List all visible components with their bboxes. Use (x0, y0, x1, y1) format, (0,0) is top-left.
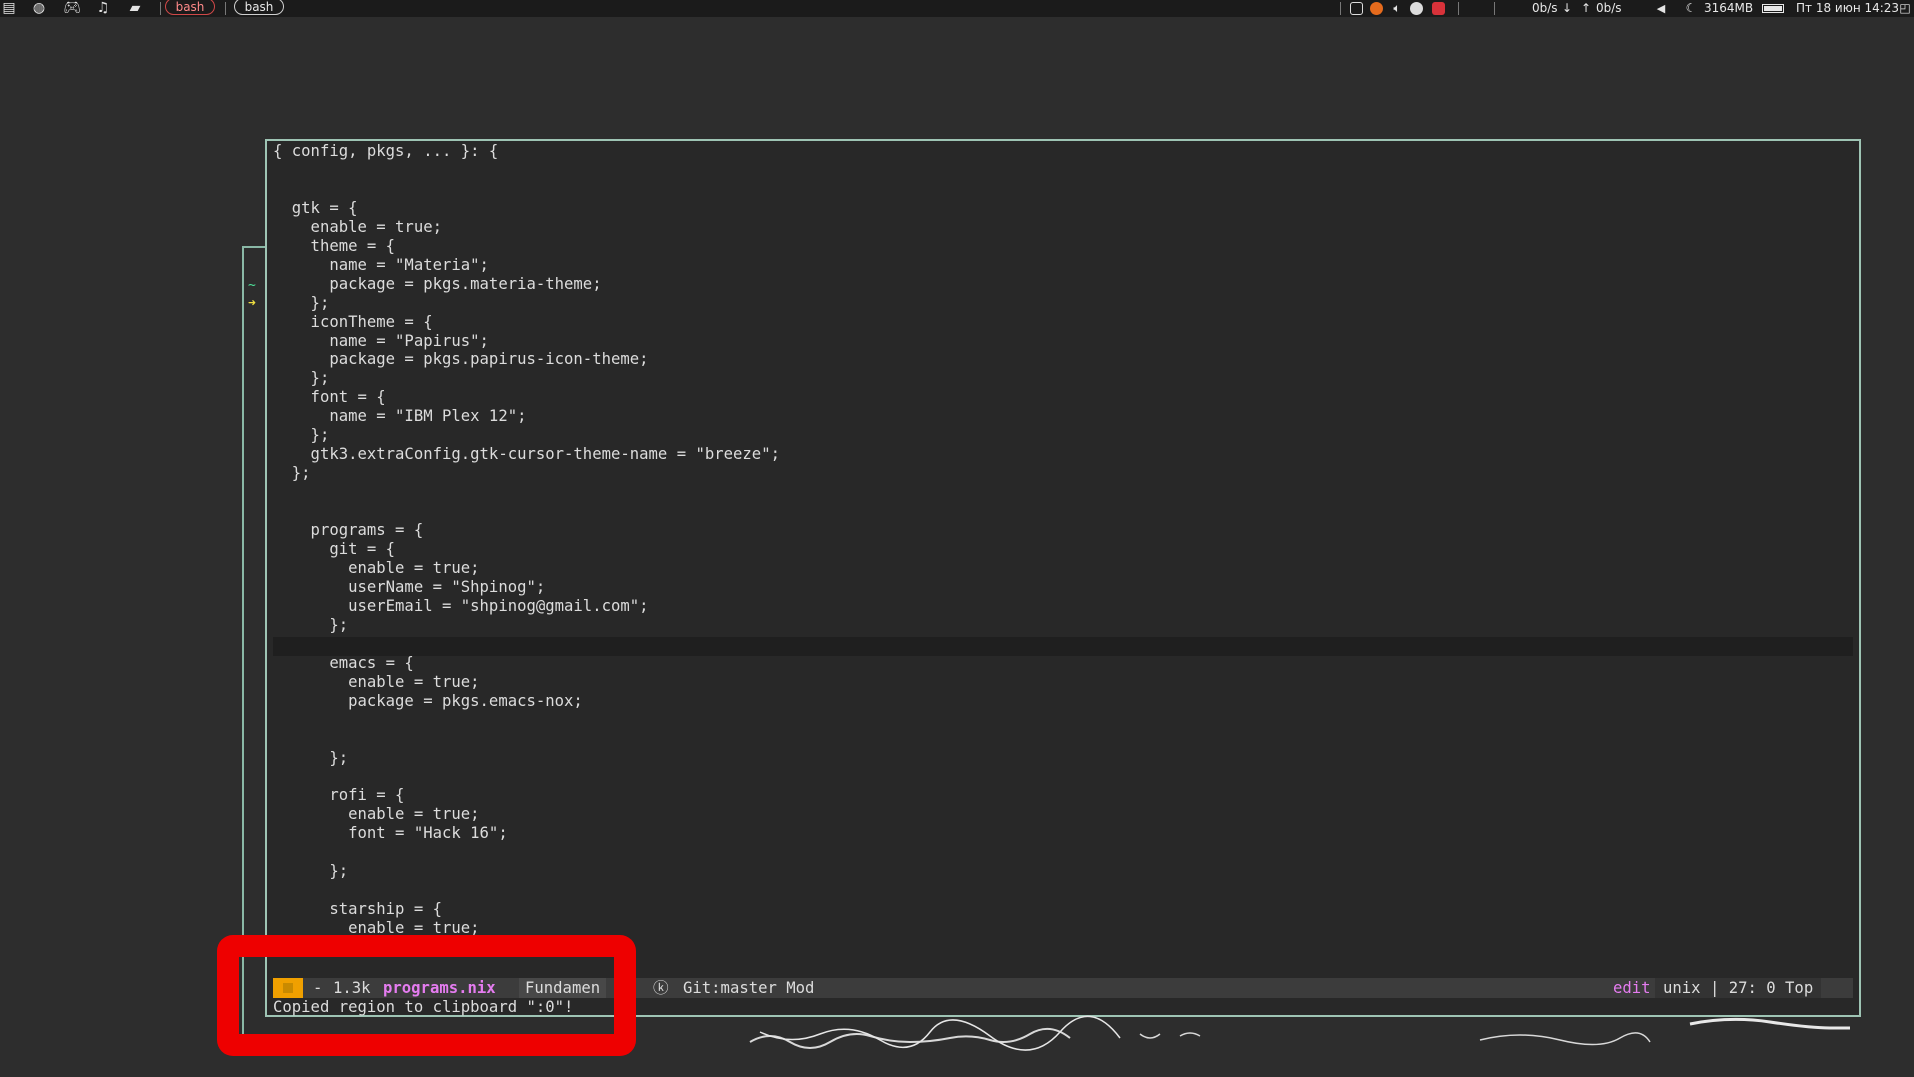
files-icon[interactable]: ▤ (0, 0, 18, 17)
arrow-down-icon: ↓ (1562, 1, 1573, 15)
wallpaper-scribble (749, 1015, 1850, 1051)
emacs-window[interactable]: { config, pkgs, ... }: { gtk = { enable … (265, 139, 1861, 1017)
top-panel: ▤ ◍ 🎮︎ ♫ ▰ bash bash 🔈︎ 0b/s ↓ ↑ 0b/s ◀︎… (0, 0, 1914, 17)
prompt-arrow: ➜ (248, 296, 256, 311)
telegram-icon[interactable] (1432, 2, 1445, 15)
notification-icon[interactable]: ◰ (1898, 0, 1912, 17)
net-up-text: 0b/s (1596, 1, 1622, 15)
red-highlight-box (217, 935, 636, 1056)
arrow-up-icon: ↑ (1581, 1, 1592, 15)
k-circle-icon: ⓚ (653, 979, 669, 997)
net-down-text: 0b/s (1532, 1, 1558, 15)
steam-icon[interactable] (1410, 2, 1423, 15)
battery-icon (1762, 4, 1784, 13)
globe-icon[interactable]: ◍ (30, 0, 48, 17)
workspace-bash[interactable]: bash (234, 0, 284, 15)
music-icon[interactable]: ♫ (94, 0, 112, 17)
gamepad-icon[interactable]: 🎮︎ (61, 0, 83, 17)
git-branch-status[interactable]: Git:master Mod (683, 978, 814, 998)
separator (225, 2, 226, 15)
battery-fill (1764, 6, 1782, 11)
moon-icon: ☾ (1685, 1, 1697, 15)
workspace-bash-active[interactable]: bash (165, 0, 215, 15)
code-buffer[interactable]: { config, pkgs, ... }: { gtk = { enable … (273, 142, 780, 938)
edit-state-label: edit (1613, 979, 1651, 997)
memory-text: 3164MB (1704, 1, 1754, 15)
volume-icon[interactable]: 🔈︎ (1390, 0, 1404, 17)
speaker-icon[interactable]: ◀︎ (1654, 0, 1668, 17)
separator (160, 2, 161, 15)
separator (1458, 2, 1459, 15)
firefox-icon[interactable] (1370, 2, 1383, 15)
encoding-position: unix | 27: 0 Top (1655, 978, 1822, 998)
chat-icon[interactable]: ▰ (126, 0, 144, 17)
datetime-text[interactable]: Пт 18 июн 14:23 (1796, 0, 1899, 17)
separator (1494, 2, 1495, 15)
window-icon[interactable] (1350, 2, 1363, 15)
prompt-tilde: ~ (248, 278, 256, 293)
separator (1340, 2, 1341, 15)
